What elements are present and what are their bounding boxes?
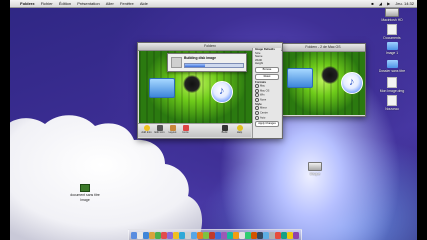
disk-image-icon-container[interactable]: Disque xyxy=(298,162,332,176)
textedit-icon[interactable] xyxy=(233,231,239,239)
garageband-icon[interactable] xyxy=(227,231,233,239)
inspector-panel: Image Defaults Size Name Width Height Br… xyxy=(252,47,281,138)
pages-icon[interactable] xyxy=(197,231,203,239)
app-icon[interactable] xyxy=(281,231,287,239)
radio-icon xyxy=(255,93,259,98)
menu-item-edit[interactable]: Édition xyxy=(59,0,71,7)
image-file-icon xyxy=(80,184,90,192)
toolbar-item-help[interactable]: Help xyxy=(234,125,245,134)
radio-icon xyxy=(255,106,259,111)
disk-image-icon xyxy=(308,162,322,171)
status-item[interactable]: ▶ xyxy=(387,0,390,7)
messages-icon[interactable] xyxy=(191,231,197,239)
window-title: Folderx - 2 de Mac OS xyxy=(305,45,341,49)
utility-icon[interactable] xyxy=(257,231,263,239)
app-menu[interactable]: Folderx xyxy=(20,0,34,7)
menu-extras: ■ ◢ ▶ Jeu. 14:32 xyxy=(367,0,414,7)
progress-dialog: Building disk image xyxy=(167,53,247,72)
field-label: Height xyxy=(255,61,264,65)
folder-icon xyxy=(386,60,398,68)
document-icon xyxy=(387,24,397,35)
menu-bar: Folderx Fichier Édition Présentation All… xyxy=(10,0,417,8)
menu-item-file[interactable]: Fichier xyxy=(41,0,53,7)
preview-pane: ♪ xyxy=(281,52,365,115)
window-titlebar[interactable]: Folderx - 2 de Mac OS xyxy=(281,44,365,59)
desktop-icon[interactable]: Dossier sans titre xyxy=(375,60,409,73)
reset-button[interactable]: Reset xyxy=(255,73,279,80)
desktop-screen: Folderx Fichier Édition Présentation All… xyxy=(10,0,417,240)
progress-fill xyxy=(185,64,206,67)
safari-icon[interactable] xyxy=(143,231,149,239)
notes-icon[interactable] xyxy=(173,231,179,239)
desktop-icon[interactable]: Mon Image.dmg xyxy=(375,77,409,93)
document-icon xyxy=(387,95,397,106)
app-icon[interactable] xyxy=(269,231,275,239)
status-item[interactable]: ◢ xyxy=(379,0,382,7)
radio-icon xyxy=(255,115,259,120)
apply-button[interactable]: Apply Changes xyxy=(255,121,279,128)
mail-icon[interactable] xyxy=(137,231,143,239)
hard-disk-icon xyxy=(385,8,399,17)
imovie-icon[interactable] xyxy=(221,231,227,239)
iphoto-icon[interactable] xyxy=(215,231,221,239)
folder-icon xyxy=(386,42,398,50)
splat-graphic xyxy=(321,66,339,84)
cloud-desktop-icon[interactable]: document sans titre Image xyxy=(68,184,102,202)
toolbar-item-layout[interactable]: Layout xyxy=(167,125,178,134)
dock xyxy=(128,229,302,240)
folder-icon xyxy=(287,68,313,88)
desktop-icon[interactable]: Documents xyxy=(375,24,409,40)
desktop-icon[interactable]: Macintosh HD xyxy=(375,8,409,22)
app-icon[interactable] xyxy=(287,231,293,239)
radio-icon xyxy=(255,84,259,88)
firefox-icon[interactable] xyxy=(251,231,257,239)
app-icon[interactable] xyxy=(275,231,281,239)
style-option[interactable]: Auto xyxy=(253,115,281,121)
folder-icon xyxy=(149,78,175,98)
browse-button[interactable]: Browse xyxy=(255,66,279,73)
numbers-icon[interactable] xyxy=(203,231,209,239)
progress-bar xyxy=(184,63,244,68)
bottom-toolbar: Add Icon Edit Icon Layout Icons Build He… xyxy=(138,123,251,137)
menu-item-help[interactable]: Aide xyxy=(140,0,148,7)
menu-item-go[interactable]: Aller xyxy=(106,0,114,7)
toolbar-item-add[interactable]: Add Icon xyxy=(141,125,152,134)
desktop-icon[interactable]: Image 1 xyxy=(375,42,409,55)
menu-item-window[interactable]: Fenêtre xyxy=(120,0,134,7)
photo-icon[interactable] xyxy=(161,231,167,239)
appstore-icon[interactable] xyxy=(179,231,185,239)
splat-graphic xyxy=(183,75,201,93)
disk-image-icon xyxy=(171,57,182,68)
app-icon[interactable] xyxy=(263,231,269,239)
keynote-icon[interactable] xyxy=(209,231,215,239)
menu-item-view[interactable]: Présentation xyxy=(77,0,99,7)
document-icon xyxy=(387,77,397,88)
preview-icon[interactable] xyxy=(239,231,245,239)
desktop-icon[interactable]: Nouveau xyxy=(375,95,409,111)
clock[interactable]: Jeu. 14:32 xyxy=(395,0,414,7)
terminal-icon[interactable] xyxy=(245,231,251,239)
status-item[interactable]: ■ xyxy=(371,0,373,7)
radio-icon xyxy=(255,110,259,115)
trash-icon[interactable] xyxy=(293,231,299,239)
ical-icon[interactable] xyxy=(149,231,155,239)
toolbar-item-build[interactable]: Build xyxy=(219,125,230,134)
itunes-icon[interactable] xyxy=(167,231,173,239)
music-icon: ♪ xyxy=(211,81,233,103)
secondary-window: Folderx - 2 de Mac OS ♪ xyxy=(280,43,366,117)
toolbar-item-icons[interactable]: Icons xyxy=(180,125,191,134)
finder-icon[interactable] xyxy=(131,231,137,239)
dialog-title: Building disk image xyxy=(184,56,217,60)
facetime-icon[interactable] xyxy=(155,231,161,239)
toolbar-item-edit[interactable]: Edit Icon xyxy=(154,125,165,134)
radio-icon xyxy=(255,88,259,93)
music-icon: ♪ xyxy=(341,72,363,94)
preferences-icon[interactable] xyxy=(185,231,191,239)
